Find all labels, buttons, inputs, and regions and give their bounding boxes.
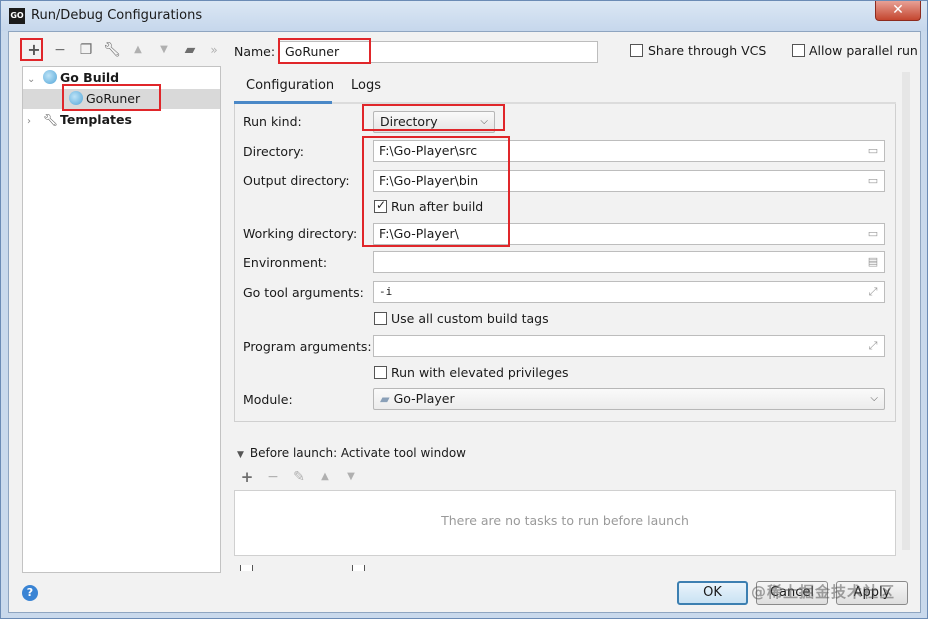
folder-browse-icon[interactable]: ▭ <box>866 174 880 188</box>
go-tool-arguments-input[interactable]: -i ⤢ <box>373 281 885 303</box>
directory-label: Directory: <box>243 144 304 159</box>
document-icon[interactable]: ▤ <box>866 255 880 269</box>
go-build-icon <box>42 70 57 84</box>
help-icon[interactable]: ? <box>22 585 38 601</box>
go-tool-arguments-label: Go tool arguments: <box>243 285 364 300</box>
program-arguments-input[interactable]: ⤢ <box>373 335 885 357</box>
plus-icon[interactable]: + <box>238 468 256 486</box>
before-launch-header[interactable]: ▼ Before launch: Activate tool window <box>237 446 466 460</box>
working-directory-label: Working directory: <box>243 226 358 241</box>
directory-value: F:\Go-Player\src <box>379 143 478 158</box>
allow-parallel-label: Allow parallel run <box>809 43 918 58</box>
arrow-up-icon[interactable]: ▲ <box>129 41 147 59</box>
name-input[interactable]: GoRuner <box>279 41 598 63</box>
environment-label: Environment: <box>243 255 328 270</box>
chevron-right-icon[interactable]: › <box>27 112 39 132</box>
dialog-body: + − ❐ 🔧︎ ▲ ▼ ▰ » ⌄ Go Build GoRuner › 🔧︎… <box>8 31 921 613</box>
arrow-down-icon[interactable]: ▼ <box>342 468 360 486</box>
expand-icon[interactable]: ⤢ <box>866 339 880 353</box>
copy-icon[interactable]: ❐ <box>77 41 95 59</box>
module-label: Module: <box>243 392 293 407</box>
module-folder-icon: ▰ <box>380 391 390 406</box>
before-launch-empty-text: There are no tasks to run before launch <box>441 513 689 528</box>
before-launch-task-list[interactable]: There are no tasks to run before launch <box>234 490 896 556</box>
working-directory-value: F:\Go-Player\ <box>379 226 459 241</box>
tree-item-templates[interactable]: › 🔧︎ Templates <box>27 110 132 130</box>
minus-icon[interactable]: − <box>264 468 282 486</box>
go-tool-arguments-value: -i <box>379 285 393 298</box>
run-kind-label: Run kind: <box>243 114 302 129</box>
more-icon[interactable]: » <box>205 41 223 59</box>
tab-logs[interactable]: Logs <box>351 78 381 93</box>
expand-icon[interactable]: ⤢ <box>866 285 880 299</box>
allow-parallel-checkbox[interactable] <box>792 44 805 57</box>
run-after-build-label: Run after build <box>391 199 484 214</box>
run-kind-value: Directory <box>380 114 438 129</box>
name-label: Name: <box>234 44 276 59</box>
window-title: Run/Debug Configurations <box>31 8 203 23</box>
vertical-scrollbar[interactable] <box>902 72 910 550</box>
dialog-window: GO Run/Debug Configurations ✕ + − ❐ 🔧︎ ▲… <box>0 0 928 619</box>
chevron-down-icon: ⌵ <box>870 393 878 404</box>
output-directory-input[interactable]: F:\Go-Player\bin ▭ <box>373 170 885 192</box>
folder-browse-icon[interactable]: ▭ <box>866 227 880 241</box>
folder-add-icon[interactable]: ▰ <box>181 41 199 59</box>
module-select[interactable]: ▰ Go-Player ⌵ <box>373 388 885 410</box>
tree-item-label: GoRuner <box>86 91 141 106</box>
output-directory-value: F:\Go-Player\bin <box>379 173 479 188</box>
edit-pencil-icon[interactable]: ✎ <box>290 468 308 486</box>
elevated-privileges-checkbox[interactable] <box>374 366 387 379</box>
program-arguments-label: Program arguments: <box>243 339 372 354</box>
configuration-tree[interactable]: ⌄ Go Build GoRuner › 🔧︎ Templates <box>22 66 221 573</box>
module-value: Go-Player <box>393 391 455 406</box>
run-after-build-checkbox[interactable] <box>374 198 387 213</box>
hidden-checkbox[interactable] <box>352 565 365 571</box>
directory-input[interactable]: F:\Go-Player\src ▭ <box>373 140 885 162</box>
title-bar[interactable]: GO Run/Debug Configurations ✕ <box>1 1 927 31</box>
elevated-privileges-label: Run with elevated privileges <box>391 365 569 380</box>
partially-hidden-options <box>240 565 500 571</box>
close-button[interactable]: ✕ <box>875 1 921 21</box>
before-launch-title: Before launch: Activate tool window <box>249 446 466 460</box>
tree-item-label: Go Build <box>59 70 120 85</box>
wrench-icon: 🔧︎ <box>42 113 59 127</box>
goland-app-icon: GO <box>9 8 25 24</box>
watermark-text: @稀土掘金技术社区 <box>751 583 896 601</box>
tree-item-label: Templates <box>59 112 132 127</box>
custom-build-tags-label: Use all custom build tags <box>391 311 549 326</box>
tree-item-go-build[interactable]: ⌄ Go Build <box>27 68 119 88</box>
share-vcs-checkbox[interactable] <box>630 44 643 57</box>
environment-input[interactable]: ▤ <box>373 251 885 273</box>
go-config-icon <box>69 91 83 105</box>
tree-item-goruner[interactable]: GoRuner <box>23 89 220 109</box>
minus-icon[interactable]: − <box>51 41 69 59</box>
wrench-icon[interactable]: 🔧︎ <box>103 41 121 59</box>
working-directory-input[interactable]: F:\Go-Player\ ▭ <box>373 223 885 245</box>
chevron-down-icon: ⌵ <box>480 116 488 127</box>
run-kind-select[interactable]: Directory ⌵ <box>373 111 495 133</box>
output-directory-label: Output directory: <box>243 173 350 188</box>
arrow-up-icon[interactable]: ▲ <box>316 468 334 486</box>
plus-icon[interactable]: + <box>25 41 43 59</box>
share-vcs-label: Share through VCS <box>648 43 767 58</box>
hidden-checkbox[interactable] <box>240 565 253 571</box>
tab-configuration[interactable]: Configuration <box>246 78 334 93</box>
ok-button[interactable]: OK <box>677 581 748 605</box>
chevron-down-icon[interactable]: ⌄ <box>27 70 39 90</box>
collapse-arrow-icon[interactable]: ▼ <box>237 450 244 460</box>
arrow-down-icon[interactable]: ▼ <box>155 41 173 59</box>
folder-browse-icon[interactable]: ▭ <box>866 144 880 158</box>
custom-build-tags-checkbox[interactable] <box>374 312 387 325</box>
